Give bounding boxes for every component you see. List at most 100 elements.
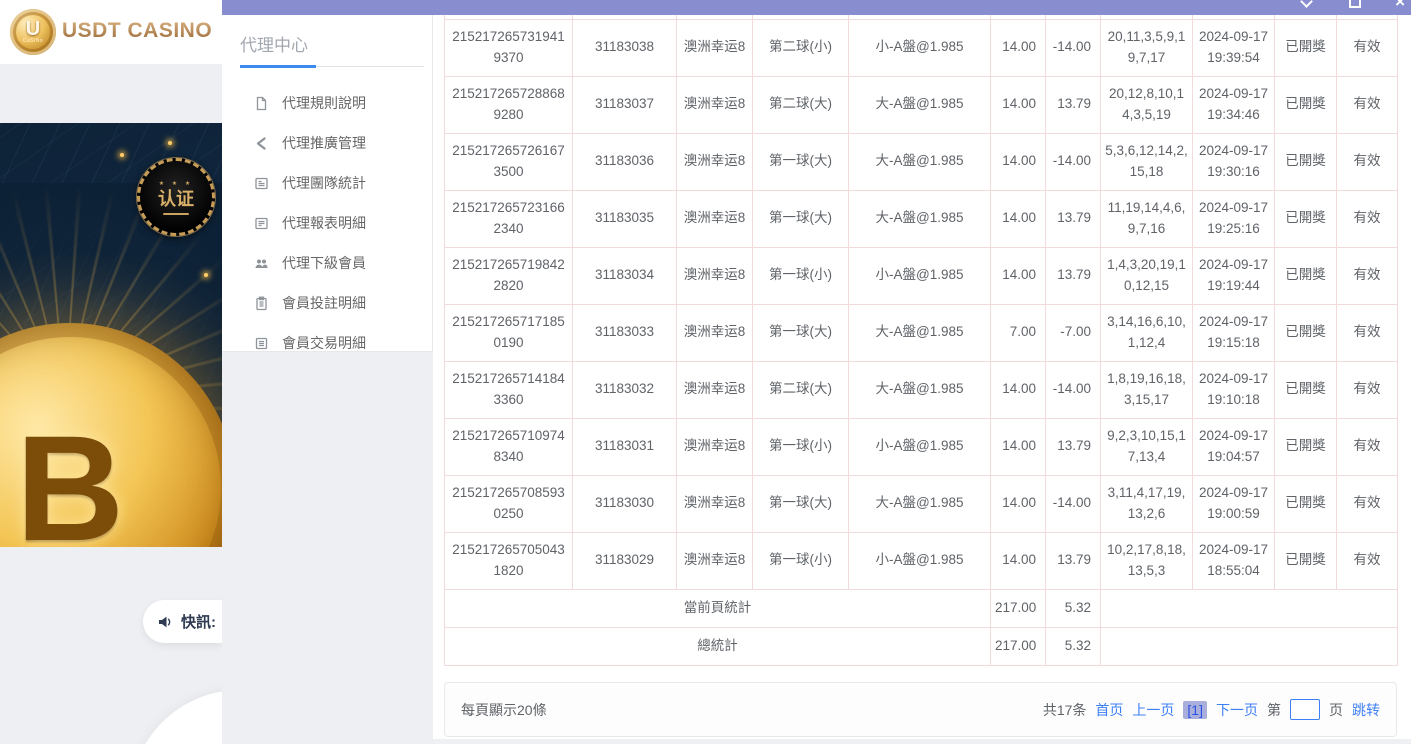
next-page-link[interactable]: 下一页	[1216, 700, 1258, 720]
cell-game-name: 澳洲幸运8	[677, 133, 753, 190]
summary-amount: 217.00	[991, 627, 1046, 665]
usdt-coin-logo-icon[interactable]: U CaSiNo	[10, 9, 56, 55]
cell-game-name: 澳洲幸运8	[677, 19, 753, 76]
cell-amount: 14.00	[991, 190, 1046, 247]
gold-speck	[120, 153, 124, 157]
cell-bet-time: 2024-09-17 19:19:44	[1193, 247, 1275, 304]
cell-draw-status: 已開獎	[1275, 532, 1337, 589]
table-row: 2152172657231662340 31183035 澳洲幸运8 第一球(大…	[445, 190, 1398, 247]
floating-widget-circle[interactable]	[130, 690, 222, 744]
cell-win-loss: 13.79	[1046, 532, 1101, 589]
bitcoin-symbol: B	[16, 402, 124, 548]
cell-play-odds: 大-A盤@1.985	[849, 76, 991, 133]
cell-amount: 14.00	[991, 361, 1046, 418]
report-icon	[254, 216, 269, 231]
pagination-bar: 每頁顯示20條 共17条 首页 上一页 [1] 下一页 第 页 跳转	[444, 682, 1397, 737]
sidebar-item-agent-team-stats[interactable]: 代理團隊統計	[222, 163, 432, 203]
cell-draw-result: 20,11,3,5,9,19,7,17	[1101, 19, 1193, 76]
cell-win-loss: 13.79	[1046, 247, 1101, 304]
cell-win-loss: 13.79	[1046, 418, 1101, 475]
table-row: 2152172657085930250 31183030 澳洲幸运8 第一球(大…	[445, 475, 1398, 532]
cell-win-loss: 13.79	[1046, 76, 1101, 133]
cell-bet-type: 第一球(大)	[753, 475, 849, 532]
cell-order-id: 2152172657050431820	[445, 532, 573, 589]
seal-stars: ★ ★ ★	[159, 180, 193, 188]
cell-win-loss: -14.00	[1046, 133, 1101, 190]
cell-bet-time: 2024-09-17 19:00:59	[1193, 475, 1275, 532]
app-window: × U CaSiNo USDT CASINO B ★ ★ ★ 认证	[0, 0, 1411, 744]
cell-order-id: 2152172657141843360	[445, 361, 573, 418]
chevron-down-icon[interactable]	[1300, 0, 1313, 8]
jump-suffix-label: 页	[1329, 700, 1343, 720]
cell-game-name: 澳洲幸运8	[677, 304, 753, 361]
brand-panel: U CaSiNo USDT CASINO B ★ ★ ★ 认证	[0, 0, 222, 744]
total-count: 共17条	[1043, 700, 1087, 720]
sidebar-item-agent-downline-members[interactable]: 代理下級會員	[222, 243, 432, 283]
cell-draw-result: 3,11,4,17,19,13,2,6	[1101, 475, 1193, 532]
cell-bet-type: 第二球(大)	[753, 76, 849, 133]
cell-bet-time: 2024-09-17 19:30:16	[1193, 133, 1275, 190]
table-row: 2152172657319419370 31183038 澳洲幸运8 第二球(小…	[445, 19, 1398, 76]
table-body: 2152172657319419370 31183038 澳洲幸运8 第二球(小…	[445, 15, 1398, 589]
close-icon[interactable]: ×	[1395, 0, 1405, 10]
cell-win-loss: -14.00	[1046, 19, 1101, 76]
maximize-icon[interactable]	[1349, 0, 1361, 8]
cell-period-number: 31183030	[573, 475, 677, 532]
table-row: 2152172657141843360 31183032 澳洲幸运8 第二球(大…	[445, 361, 1398, 418]
cell-win-loss: -14.00	[1046, 361, 1101, 418]
cell-period-number: 31183031	[573, 418, 677, 475]
cell-validity: 有效	[1337, 361, 1398, 418]
cell-period-number: 31183037	[573, 76, 677, 133]
bitcoin-banner-image: B ★ ★ ★ 认证	[0, 123, 222, 547]
cell-bet-time: 2024-09-17 19:34:46	[1193, 76, 1275, 133]
cell-play-odds: 小-A盤@1.985	[849, 418, 991, 475]
sidebar-item-member-transaction-detail[interactable]: 會員交易明細	[222, 323, 432, 363]
cell-validity: 有效	[1337, 304, 1398, 361]
cell-bet-type: 第一球(小)	[753, 532, 849, 589]
summary-winloss: 5.32	[1046, 589, 1101, 627]
window-title-bar: ×	[222, 0, 1411, 15]
sidebar-item-agent-report-detail[interactable]: 代理報表明細	[222, 203, 432, 243]
sidebar-item-agent-rules[interactable]: 代理規則說明	[222, 83, 432, 123]
sidebar-item-label: 代理報表明細	[282, 213, 366, 233]
cell-bet-time: 2024-09-17 19:39:54	[1193, 19, 1275, 76]
cell-draw-result: 11,19,14,4,6,9,7,16	[1101, 190, 1193, 247]
jump-button[interactable]: 跳转	[1352, 700, 1380, 720]
page-size-text: 每頁顯示20條	[461, 700, 547, 720]
brand-name[interactable]: USDT CASINO	[62, 19, 212, 43]
gold-speck	[204, 273, 208, 277]
cell-bet-type: 第二球(小)	[753, 19, 849, 76]
cell-win-loss: 13.79	[1046, 190, 1101, 247]
cell-validity: 有效	[1337, 19, 1398, 76]
cell-draw-result: 9,2,3,10,15,17,13,4	[1101, 418, 1193, 475]
cell-draw-result: 10,2,17,8,18,13,5,3	[1101, 532, 1193, 589]
current-page-indicator[interactable]: [1]	[1183, 701, 1207, 719]
cell-bet-type: 第一球(大)	[753, 133, 849, 190]
cell-validity: 有效	[1337, 190, 1398, 247]
cell-bet-time: 2024-09-17 19:10:18	[1193, 361, 1275, 418]
cell-amount: 14.00	[991, 133, 1046, 190]
cell-bet-type: 第一球(大)	[753, 304, 849, 361]
coin-letter: U	[26, 20, 40, 38]
table-row: 2152172657109748340 31183031 澳洲幸运8 第一球(小…	[445, 418, 1398, 475]
summary-label: 總統計	[445, 627, 991, 665]
prev-page-link[interactable]: 上一页	[1132, 700, 1174, 720]
summary-empty	[1101, 627, 1398, 665]
cell-game-name: 澳洲幸运8	[677, 190, 753, 247]
sidebar-item-member-bet-detail[interactable]: 會員投註明細	[222, 283, 432, 323]
table-row: 2152172657198422820 31183034 澳洲幸运8 第一球(小…	[445, 247, 1398, 304]
sidebar-menu: 代理規則說明 代理推廣管理 代理團隊統計 代理報表明細	[222, 83, 432, 363]
list-icon	[254, 336, 269, 351]
cell-order-id: 2152172657261673500	[445, 133, 573, 190]
page-jump-input[interactable]	[1290, 699, 1320, 720]
summary-label: 當前頁統計	[445, 589, 991, 627]
cell-amount: 14.00	[991, 475, 1046, 532]
sidebar-item-agent-promotion[interactable]: 代理推廣管理	[222, 123, 432, 163]
first-page-link[interactable]: 首页	[1095, 700, 1123, 720]
cell-draw-status: 已開獎	[1275, 475, 1337, 532]
cell-draw-status: 已開獎	[1275, 361, 1337, 418]
pagination-controls: 共17条 首页 上一页 [1] 下一页 第 页 跳转	[1043, 699, 1380, 720]
cell-amount: 14.00	[991, 418, 1046, 475]
cell-amount: 14.00	[991, 247, 1046, 304]
cell-period-number: 31183033	[573, 304, 677, 361]
